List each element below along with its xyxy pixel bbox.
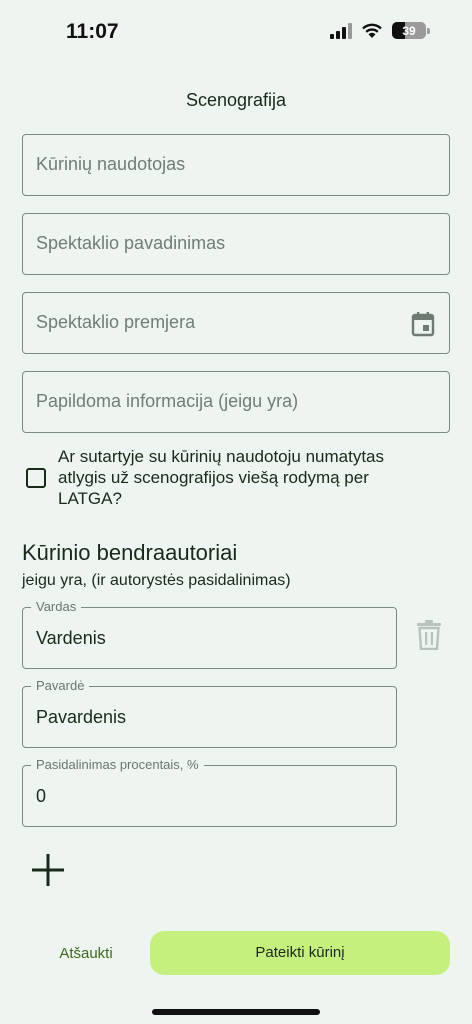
cellular-signal-icon — [330, 22, 352, 39]
performance-name-placeholder: Spektaklio pavadinimas — [36, 233, 226, 253]
trash-icon[interactable] — [416, 620, 442, 650]
work-user-field[interactable]: Kūrinių naudotojas — [22, 134, 450, 196]
coauthor-last-name-field[interactable]: Pavardė Pavardenis — [22, 678, 397, 748]
first-name-value: Vardenis — [36, 628, 106, 648]
remuneration-checkbox[interactable] — [26, 468, 46, 488]
remuneration-checkbox-row[interactable]: Ar sutartyje su kūrinių naudotoju numaty… — [22, 446, 452, 509]
coauthor-first-name-field[interactable]: Vardas Vardenis — [22, 599, 397, 669]
remuneration-checkbox-label: Ar sutartyje su kūrinių naudotoju numaty… — [58, 447, 385, 508]
performance-name-field[interactable]: Spektaklio pavadinimas — [22, 213, 450, 275]
submit-work-button[interactable]: Pateikti kūrinį — [150, 931, 450, 975]
battery-level: 39 — [402, 23, 416, 38]
calendar-icon[interactable] — [411, 311, 435, 337]
coauthors-title: Kūrinio bendraautoriai — [22, 540, 238, 565]
coauthor-share-field[interactable]: Pasidalinimas procentais, % 0 — [22, 757, 397, 827]
additional-info-field[interactable]: Papildoma informacija (jeigu yra) — [22, 371, 450, 433]
status-bar: 11:07 39 — [0, 0, 472, 64]
add-coauthor-icon[interactable] — [31, 853, 65, 887]
coauthors-subtitle: jeigu yra, (ir autorystės pasidalinimas) — [22, 572, 291, 589]
work-user-placeholder: Kūrinių naudotojas — [36, 154, 186, 174]
share-label: Pasidalinimas procentais, % — [31, 757, 204, 772]
premiere-date-field[interactable]: Spektaklio premjera — [22, 292, 450, 354]
last-name-label: Pavardė — [31, 678, 90, 693]
page-title: Scenografija — [185, 90, 287, 110]
additional-info-placeholder: Papildoma informacija (jeigu yra) — [36, 391, 299, 411]
share-value: 0 — [36, 786, 47, 806]
status-icons: 39 — [330, 22, 430, 39]
first-name-label: Vardas — [31, 599, 82, 614]
battery-icon: 39 — [392, 22, 430, 39]
status-time: 11:07 — [66, 20, 119, 43]
wifi-icon — [362, 23, 382, 38]
premiere-date-placeholder: Spektaklio premjera — [36, 312, 196, 332]
last-name-value: Pavardenis — [36, 707, 127, 727]
cancel-button[interactable]: Atšaukti — [40, 934, 132, 974]
home-indicator[interactable] — [152, 1009, 320, 1015]
